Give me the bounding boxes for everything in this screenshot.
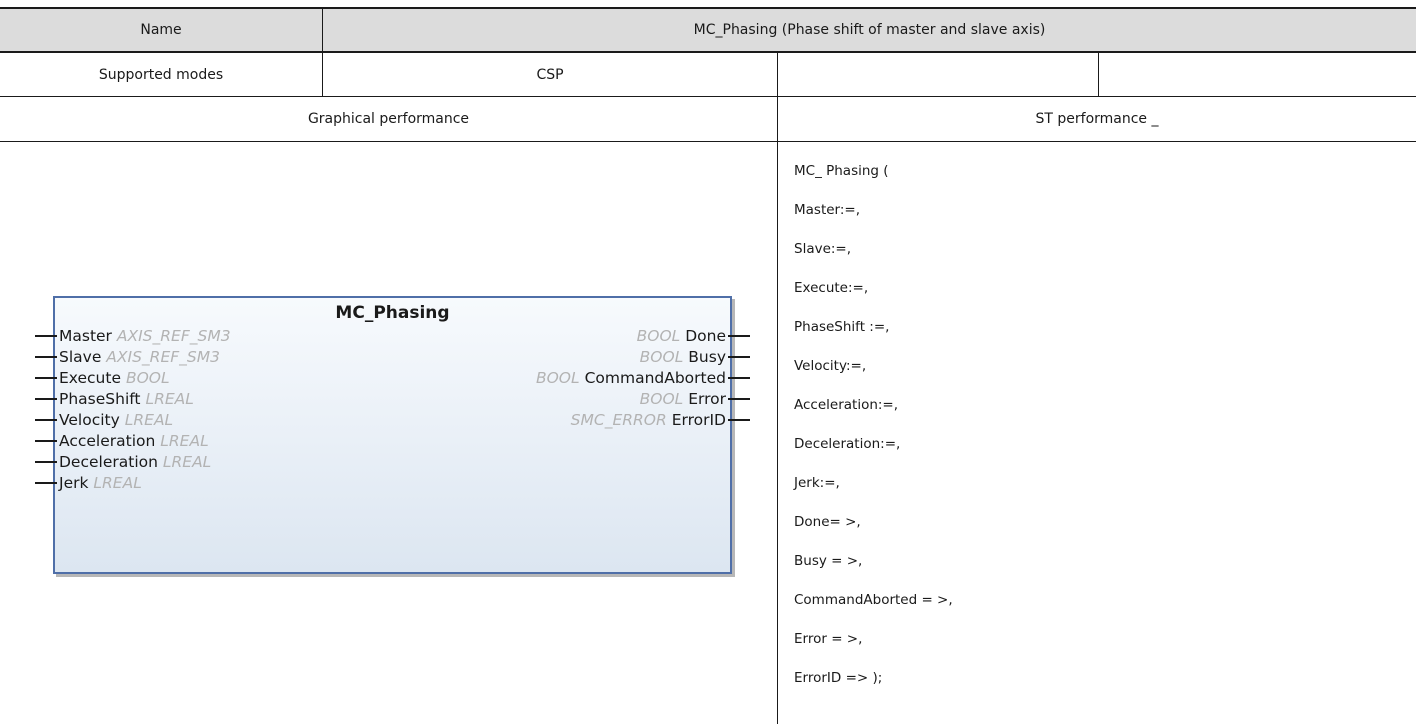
modes-row-bottom-border	[0, 96, 1416, 97]
function-block-diagram: MC_Phasing Master AXIS_REF_SM3 Slave AXI…	[35, 296, 750, 574]
modes-extra-divider	[1098, 53, 1099, 97]
pin-name: Execute	[59, 369, 121, 387]
pin-name: Slave	[59, 348, 102, 366]
pin-type: LREAL	[124, 411, 174, 429]
pin-type: SMC_ERROR	[570, 411, 667, 429]
input-pin-deceleration: Deceleration LREAL	[35, 452, 212, 472]
pin-type: AXIS_REF_SM3	[106, 348, 220, 366]
input-pin-slave: Slave AXIS_REF_SM3	[35, 347, 220, 367]
function-block-title: MC_Phasing	[335, 303, 450, 323]
st-code-line: Deceleration:=,	[794, 436, 901, 452]
input-pin-execute: Execute BOOL	[35, 368, 170, 388]
st-code-line: Velocity:=,	[794, 358, 867, 374]
input-connector	[35, 461, 57, 463]
st-code-line: Acceleration:=,	[794, 397, 899, 413]
pin-type: BOOL	[639, 348, 684, 366]
header-bottom-border	[0, 51, 1416, 53]
output-connector	[728, 398, 750, 400]
output-pin-errorid: SMC_ERROR ErrorID	[570, 410, 750, 430]
supported-modes-value: CSP	[536, 67, 564, 83]
pin-name: Acceleration	[59, 432, 156, 450]
output-pin-busy: BOOL Busy	[639, 347, 750, 367]
pin-name: Master	[59, 327, 112, 345]
output-connector	[728, 356, 750, 358]
input-connector	[35, 482, 57, 484]
section-header-bottom-border	[0, 141, 1416, 142]
pin-name: PhaseShift	[59, 390, 141, 408]
st-code-line: MC_ Phasing (	[794, 163, 889, 179]
st-code-line: ErrorID => );	[794, 670, 883, 686]
st-code-line: Busy = >,	[794, 553, 863, 569]
pin-type: BOOL	[535, 369, 580, 387]
function-name: MC_Phasing (Phase shift of master and sl…	[693, 22, 1046, 38]
input-connector	[35, 377, 57, 379]
st-code-line: Slave:=,	[794, 241, 852, 257]
input-pin-acceleration: Acceleration LREAL	[35, 431, 209, 451]
st-code-line: Jerk:=,	[794, 475, 840, 491]
name-label: Name	[140, 22, 182, 38]
graphical-performance-header: Graphical performance	[307, 111, 470, 127]
st-code-line: Execute:=,	[794, 280, 869, 296]
st-code-line: PhaseShift :=,	[794, 319, 890, 335]
pin-name: Done	[685, 327, 726, 345]
st-code-line: CommandAborted = >,	[794, 592, 953, 608]
pin-type: LREAL	[93, 474, 142, 492]
input-pin-velocity: Velocity LREAL	[35, 410, 174, 430]
pin-name: Busy	[688, 348, 726, 366]
output-connector	[728, 377, 750, 379]
output-connector	[728, 335, 750, 337]
output-pin-done: BOOL Done	[636, 326, 750, 346]
output-pin-commandaborted: BOOL CommandAborted	[535, 368, 750, 388]
pin-name: Velocity	[59, 411, 120, 429]
pin-type: AXIS_REF_SM3	[116, 327, 231, 345]
pin-type: LREAL	[145, 390, 194, 408]
supported-modes-label: Supported modes	[98, 67, 224, 83]
input-connector	[35, 398, 57, 400]
pin-type: BOOL	[636, 327, 681, 345]
pin-name: Error	[688, 390, 726, 408]
st-code-line: Done= >,	[794, 514, 861, 530]
pin-type: BOOL	[125, 369, 170, 387]
input-connector	[35, 440, 57, 442]
pin-name: Deceleration	[59, 453, 158, 471]
input-connector	[35, 356, 57, 358]
output-connector	[728, 419, 750, 421]
input-connector	[35, 419, 57, 421]
output-pin-error: BOOL Error	[639, 389, 750, 409]
st-performance-header: ST performance _	[1035, 111, 1159, 127]
table-top-border	[0, 7, 1416, 9]
st-code-line: Master:=,	[794, 202, 861, 218]
input-pin-phaseshift: PhaseShift LREAL	[35, 389, 194, 409]
pin-name: ErrorID	[671, 411, 726, 429]
pin-name: Jerk	[59, 474, 89, 492]
st-code-line: Error = >,	[794, 631, 863, 647]
graphical-st-divider	[777, 53, 778, 724]
pin-type: LREAL	[162, 453, 212, 471]
pin-type: LREAL	[160, 432, 209, 450]
pin-type: BOOL	[639, 390, 684, 408]
pin-name: CommandAborted	[584, 369, 726, 387]
input-pin-master: Master AXIS_REF_SM3	[35, 326, 231, 346]
input-pin-jerk: Jerk LREAL	[35, 473, 142, 493]
input-connector	[35, 335, 57, 337]
